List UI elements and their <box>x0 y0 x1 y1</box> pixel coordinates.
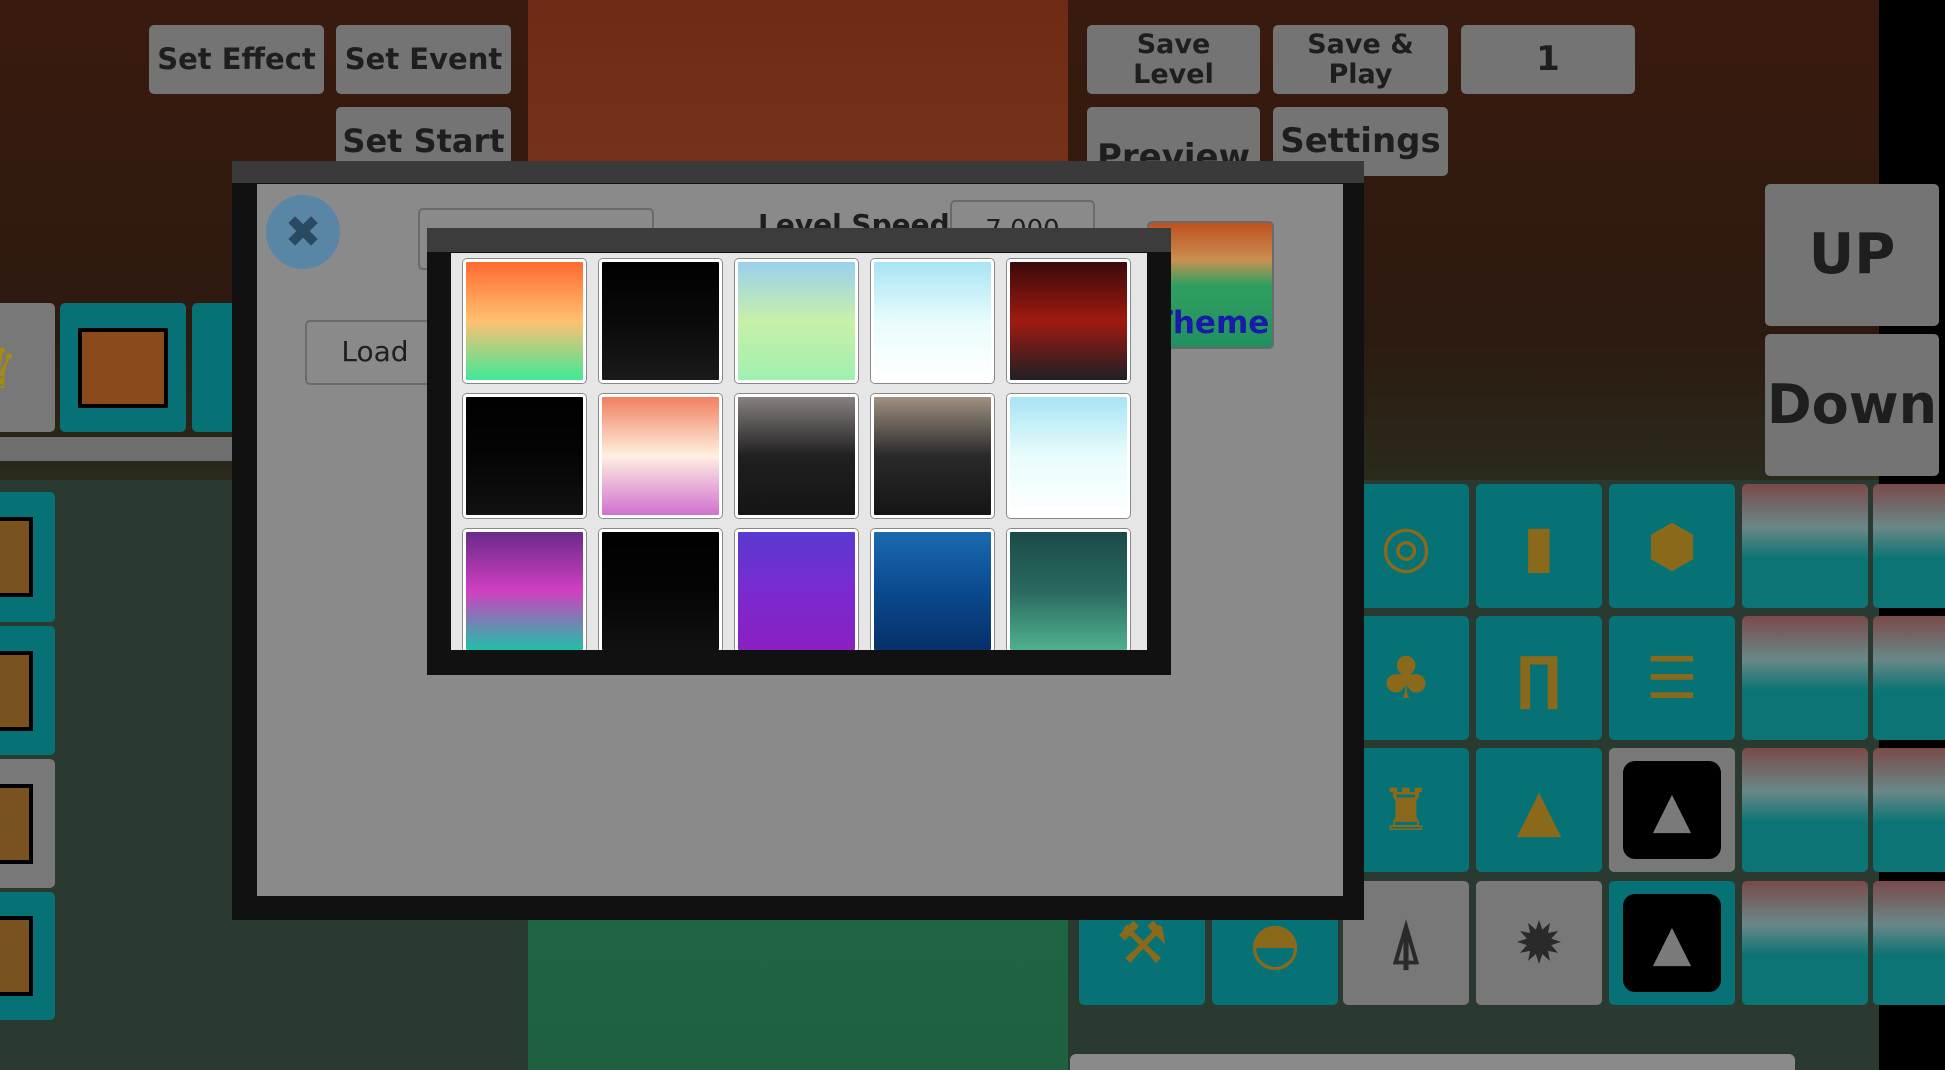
palette-item-slope-block[interactable] <box>0 492 55 622</box>
palette-item-block-3d[interactable] <box>1742 748 1868 872</box>
save-level-button[interactable]: Save Level <box>1087 25 1260 94</box>
palette-divider <box>0 437 232 461</box>
palette-item-arch[interactable]: ∏ <box>1476 616 1602 740</box>
theme-option-6[interactable] <box>463 394 586 518</box>
tower-icon: ♜ <box>1380 776 1432 844</box>
load-button[interactable]: Load <box>305 320 445 385</box>
palette-item-crown[interactable]: ♛ <box>0 303 55 432</box>
theme-option-11[interactable] <box>463 529 586 650</box>
level-number-display: 1 <box>1461 25 1635 94</box>
theme-option-8[interactable] <box>735 394 858 518</box>
slope-block-icon <box>0 517 33 597</box>
saw-icon: ✹ <box>1514 909 1564 977</box>
palette-item-triangle-block[interactable] <box>60 303 186 432</box>
palette-scrollbar[interactable] <box>1070 1054 1795 1070</box>
theme-option-7[interactable] <box>599 394 722 518</box>
theme-option-10[interactable] <box>1007 394 1130 518</box>
theme-option-12[interactable] <box>599 529 722 650</box>
palette-item-pillar[interactable]: ▮ <box>1476 484 1602 608</box>
palette-item-machine[interactable] <box>1873 748 1945 872</box>
half-block-icon <box>0 650 33 731</box>
palette-item-block-3d[interactable] <box>1742 616 1868 740</box>
palette-item-machine[interactable] <box>1873 616 1945 740</box>
theme-option-14[interactable] <box>871 529 994 650</box>
palette-item-arrow-block[interactable] <box>0 892 55 1020</box>
theme-option-1[interactable] <box>463 259 586 383</box>
triangle-block-icon <box>78 327 168 408</box>
cannon-icon: ◎ <box>1380 512 1432 580</box>
palette-item-saw[interactable]: ✹ <box>1476 881 1602 1005</box>
cube-icon: ⬢ <box>1646 512 1698 580</box>
palette-item-spike[interactable]: ▲ <box>1609 881 1735 1005</box>
theme-option-15[interactable] <box>1007 529 1130 650</box>
palette-item-arrow-block[interactable] <box>0 759 55 888</box>
theme-option-9[interactable] <box>871 394 994 518</box>
palette-item-machine[interactable] <box>1873 484 1945 608</box>
pillar-icon: ▮ <box>1523 512 1555 580</box>
arrow-block-icon <box>0 783 33 864</box>
arch-icon: ∏ <box>1516 644 1562 712</box>
spike-icon: ▲ <box>1623 761 1721 859</box>
palette-item-machine[interactable] <box>1742 484 1868 608</box>
palette-item-stack[interactable]: ☰ <box>1609 616 1735 740</box>
arrow-block-icon <box>0 916 33 996</box>
stack-icon: ☰ <box>1646 644 1698 712</box>
theme-option-4[interactable] <box>871 259 994 383</box>
palette-item-pyramid[interactable]: ▲ <box>1476 748 1602 872</box>
close-icon: ✖ <box>284 206 322 258</box>
set-effect-button[interactable]: Set Effect <box>149 25 324 94</box>
theme-picker-grid <box>451 253 1147 650</box>
tree-icon: ♣ <box>1380 644 1432 712</box>
set-event-button[interactable]: Set Event <box>336 25 511 94</box>
palette-item-half-block[interactable] <box>0 626 55 755</box>
palette-item-cube[interactable]: ⬢ <box>1609 484 1735 608</box>
down-button[interactable]: Down <box>1765 334 1939 476</box>
palette-item-orb[interactable] <box>1742 881 1868 1005</box>
crown-icon: ♛ <box>0 334 19 402</box>
lattice-tower-icon: ⍋ <box>1388 908 1424 977</box>
up-button[interactable]: UP <box>1765 184 1939 326</box>
theme-option-13[interactable] <box>735 529 858 650</box>
theme-option-2[interactable] <box>599 259 722 383</box>
spike-icon: ▲ <box>1623 894 1721 992</box>
pyramid-icon: ▲ <box>1516 776 1562 844</box>
save-and-play-button[interactable]: Save & Play <box>1273 25 1448 94</box>
theme-option-3[interactable] <box>735 259 858 383</box>
palette-item-spike[interactable]: ▲ <box>1609 748 1735 872</box>
theme-option-5[interactable] <box>1007 259 1130 383</box>
close-button[interactable]: ✖ <box>266 195 340 269</box>
palette-item-machine[interactable] <box>1873 881 1945 1005</box>
